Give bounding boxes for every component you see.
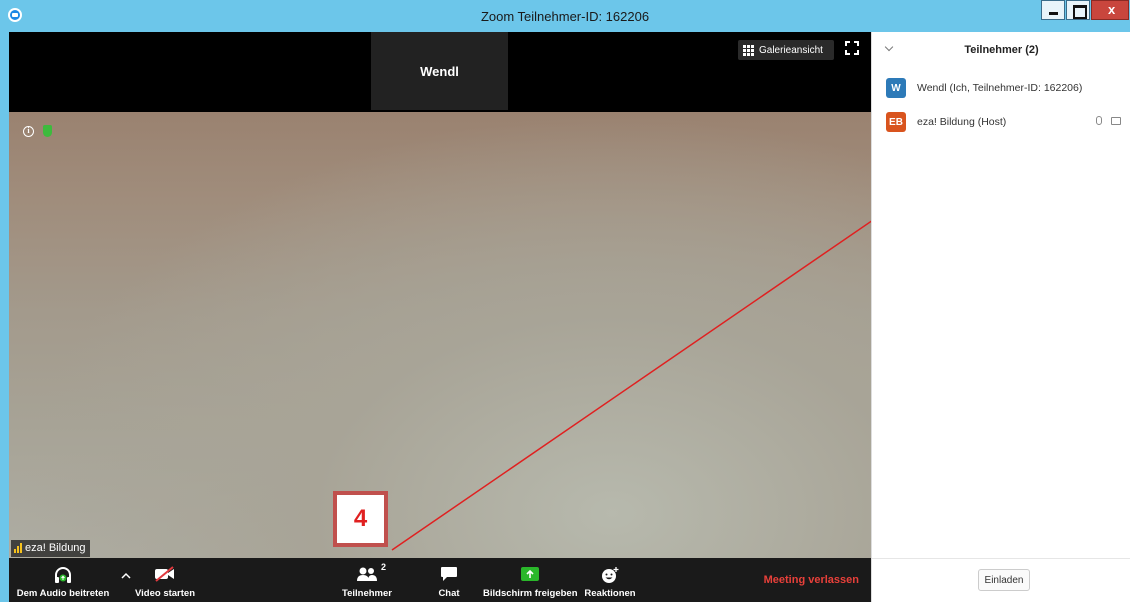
participant-row-wendl[interactable]: W Wendl (Ich, Teilnehmer-ID: 162206) (872, 73, 1130, 103)
signal-strength-icon (14, 542, 22, 553)
share-screen-button[interactable]: Bildschirm freigeben (483, 558, 578, 602)
join-audio-label: Dem Audio beitreten (16, 588, 110, 599)
chat-icon (441, 567, 457, 581)
avatar: EB (886, 112, 906, 132)
avatar: W (886, 78, 906, 98)
gallery-view-label: Galerieansicht (759, 44, 823, 56)
participant-tile-wendl[interactable]: Wendl (371, 32, 508, 110)
title-bar: Zoom Teilnehmer-ID: 162206 (0, 0, 1130, 32)
panel-title: Teilnehmer (2) (964, 44, 1039, 56)
participant-name: Wendl (Ich, Teilnehmer-ID: 162206) (917, 82, 1083, 94)
fullscreen-icon[interactable] (845, 41, 859, 55)
video-off-icon (155, 566, 174, 582)
gallery-view-button[interactable]: Galerieansicht (738, 40, 834, 60)
grid-icon (743, 44, 754, 56)
window-frame (0, 32, 9, 602)
reactions-button[interactable]: Reaktionen (579, 558, 641, 602)
start-video-label: Video starten (134, 588, 195, 599)
panel-header: Teilnehmer (2) (872, 32, 1130, 64)
maximize-button[interactable] (1066, 0, 1090, 20)
chat-button[interactable]: Chat (429, 558, 469, 602)
camera-icon (1111, 117, 1121, 125)
participants-label: Teilnehmer (342, 588, 392, 599)
participants-panel: Teilnehmer (2) W Wendl (Ich, Teilnehmer-… (871, 32, 1130, 602)
invite-button[interactable]: Einladen (978, 569, 1030, 591)
main-video: i eza! Bildung (9, 112, 871, 558)
participants-icon (357, 567, 377, 581)
microphone-icon (1096, 116, 1102, 125)
reactions-label: Reaktionen (584, 588, 636, 599)
window-controls (1041, 0, 1130, 20)
join-audio-button[interactable]: Dem Audio beitreten (9, 558, 117, 602)
close-button[interactable] (1091, 0, 1129, 20)
participant-row-eza-bildung[interactable]: EB eza! Bildung (Host) (872, 107, 1130, 137)
share-screen-label: Bildschirm freigeben (483, 588, 578, 599)
headphones-icon (55, 567, 71, 583)
zoom-window: Zoom Teilnehmer-ID: 162206 Wendl Galerie… (0, 0, 1130, 602)
video-strip: Wendl Galerieansicht (9, 32, 871, 112)
window-title: Zoom Teilnehmer-ID: 162206 (480, 9, 650, 24)
participant-name: eza! Bildung (Host) (917, 116, 1007, 128)
meeting-toolbar: Dem Audio beitreten Video starten 2 Teil… (9, 558, 871, 602)
tile-name: Wendl (420, 63, 459, 79)
video-area: Wendl Galerieansicht i eza! Bildung (9, 32, 871, 558)
panel-footer: Einladen (872, 558, 1130, 602)
start-video-button[interactable]: Video starten (133, 558, 197, 602)
minimize-button[interactable] (1041, 0, 1065, 20)
info-icon[interactable]: i (23, 126, 34, 137)
step-number-annotation: 4 (333, 491, 388, 547)
participants-button[interactable]: 2 Teilnehmer (327, 558, 407, 602)
reactions-icon (602, 567, 619, 583)
encryption-shield-icon[interactable] (43, 125, 52, 137)
share-screen-icon (521, 567, 539, 581)
leave-meeting-button[interactable]: Meeting verlassen (764, 574, 859, 586)
speaker-name: eza! Bildung (25, 542, 86, 554)
chevron-up-icon (121, 572, 131, 579)
speaker-name-tag: eza! Bildung (11, 540, 90, 557)
chat-label: Chat (438, 588, 460, 599)
participants-count: 2 (381, 562, 387, 572)
